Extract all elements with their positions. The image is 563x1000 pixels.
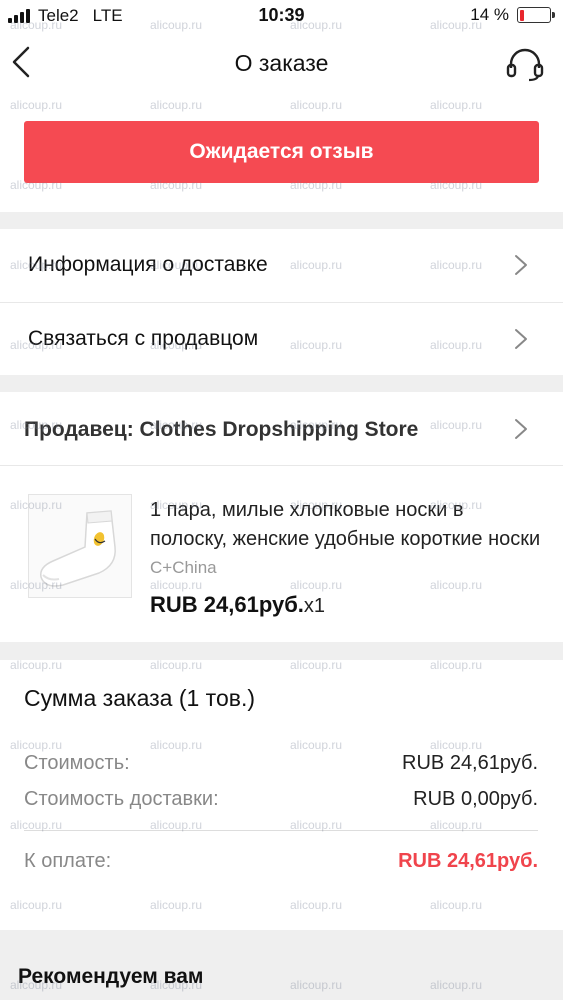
product-image[interactable]: [28, 494, 132, 598]
support-button[interactable]: [505, 46, 545, 82]
product-variant: C+China: [150, 558, 217, 577]
order-items-section: Продавец: Clothes Dropshipping Store 1 п…: [0, 392, 563, 642]
nav-bar: О заказе: [0, 32, 563, 96]
chevron-right-icon: [515, 419, 527, 439]
page-title: О заказе: [234, 50, 329, 76]
cost-value: RUB 24,61руб.: [402, 752, 538, 774]
status-bar: Tele2 LTE 10:39 14 %: [0, 0, 563, 32]
total-label: К оплате:: [24, 850, 112, 872]
chevron-left-icon: [12, 46, 30, 78]
recommendations-section: Рекомендуем вам: [0, 930, 563, 1000]
delivery-info-label: Информация о доставке: [28, 253, 268, 276]
order-summary-section: Сумма заказа (1 тов.) Стоимость: RUB 24,…: [0, 660, 563, 930]
seller-name: Продавец: Clothes Dropshipping Store: [24, 418, 419, 441]
sock-image: [40, 510, 116, 587]
cost-label: Стоимость:: [24, 752, 130, 774]
chevron-right-icon: [515, 255, 527, 275]
product-quantity: x1: [303, 595, 326, 617]
product-price-line: RUB 24,61руб.x1: [150, 592, 325, 618]
headset-icon: [506, 48, 544, 82]
status-bar-right: 14 %: [470, 5, 555, 25]
summary-row-cost: Стоимость: RUB 24,61руб.: [24, 752, 538, 782]
summary-row-total: К оплате: RUB 24,61руб.: [24, 850, 538, 880]
order-status-section: Ожидается отзыв: [0, 96, 563, 212]
summary-row-shipping: Стоимость доставки: RUB 0,00руб.: [24, 788, 538, 818]
shipping-value: RUB 0,00руб.: [413, 788, 538, 810]
battery-icon: [517, 7, 555, 23]
shipping-label: Стоимость доставки:: [24, 788, 219, 810]
back-button[interactable]: [8, 42, 40, 82]
contact-seller-row[interactable]: Связаться с продавцом: [0, 302, 563, 375]
contact-seller-label: Связаться с продавцом: [28, 327, 259, 350]
chevron-right-icon: [515, 329, 527, 349]
product-name: 1 пара, милые хлопковые носки в полоску,…: [150, 499, 541, 550]
recommendations-title: Рекомендуем вам: [18, 965, 204, 988]
delivery-info-row[interactable]: Информация о доставке: [0, 229, 563, 302]
battery-percent: 14 %: [470, 5, 509, 24]
battery-level: [519, 9, 524, 21]
order-status-banner[interactable]: Ожидается отзыв: [24, 121, 539, 183]
summary-divider: [24, 830, 538, 831]
total-value: RUB 24,61руб.: [398, 850, 538, 872]
summary-title: Сумма заказа (1 тов.): [24, 685, 255, 711]
seller-row[interactable]: Продавец: Clothes Dropshipping Store: [0, 392, 563, 466]
order-links-section: Информация о доставке Связаться с продав…: [0, 229, 563, 375]
product-item[interactable]: 1 пара, милые хлопковые носки в полоску,…: [0, 466, 563, 642]
product-price: RUB 24,61руб.: [150, 592, 304, 617]
